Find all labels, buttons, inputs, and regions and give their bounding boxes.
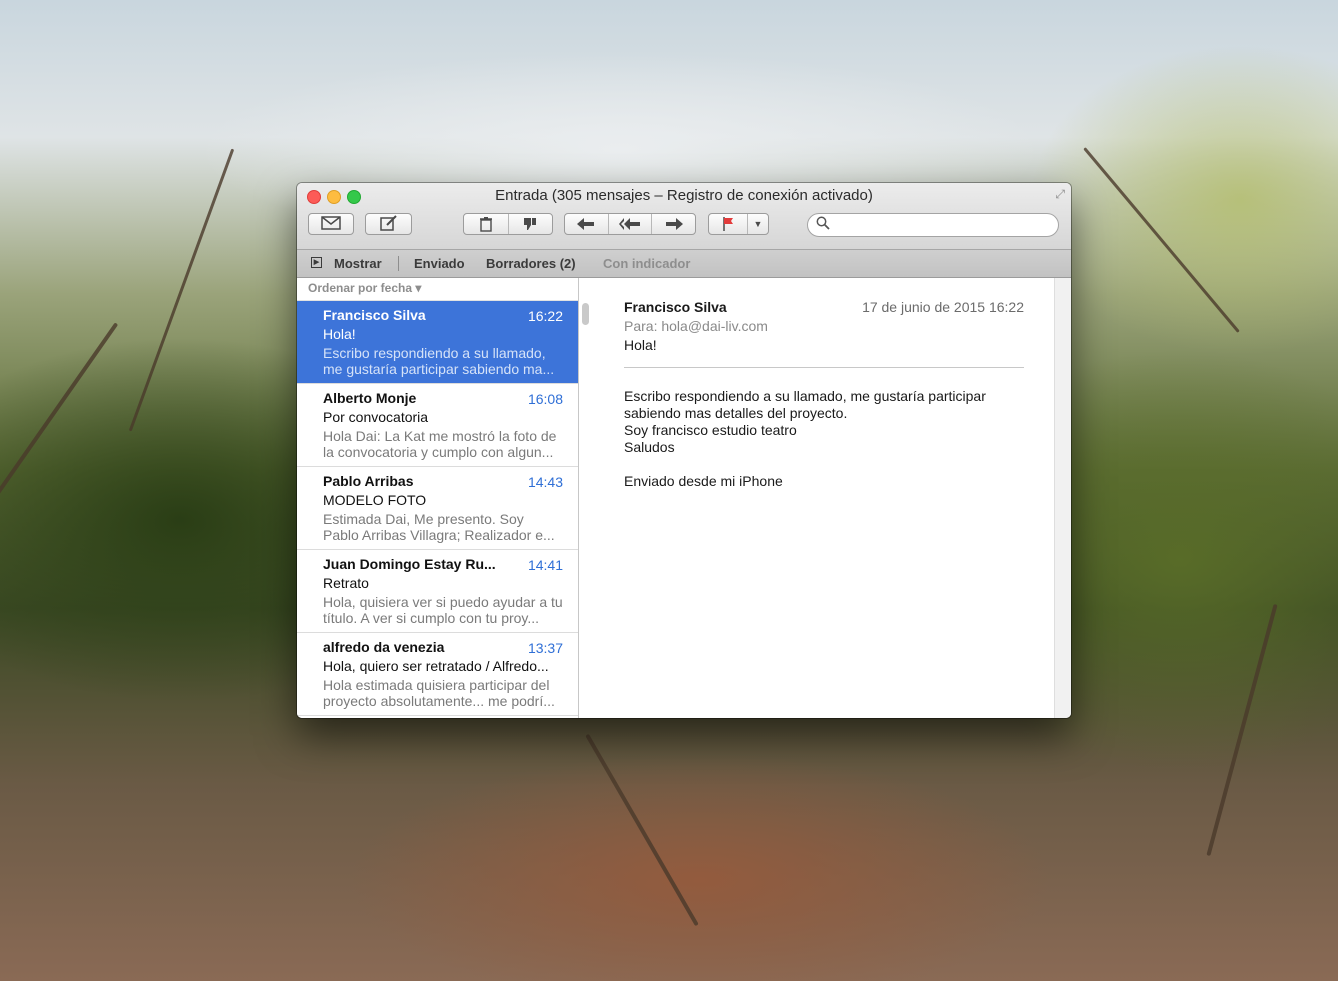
chevron-down-icon[interactable]: ▼: [748, 214, 768, 234]
play-icon: ▶: [311, 257, 322, 268]
message-subject: Hola!: [624, 337, 657, 353]
viewer-scroll-gutter: [1054, 278, 1071, 718]
sort-by-date[interactable]: Ordenar por fecha ▾: [297, 278, 578, 301]
list-item[interactable]: Alberto Monje 16:08 Por convocatoria Hol…: [297, 384, 578, 467]
background-branch: [0, 322, 119, 538]
search-icon: [816, 216, 830, 233]
preview: Escribo respondiendo a su llamado, me gu…: [323, 345, 555, 377]
body-line: Saludos: [624, 439, 675, 455]
body-line: Enviado desde mi iPhone: [624, 473, 783, 489]
subject: Retrato: [323, 575, 369, 591]
message-list: Ordenar por fecha ▾ Francisco Silva 16:2…: [297, 278, 579, 718]
compose-button[interactable]: [365, 213, 412, 235]
trash-icon[interactable]: [464, 214, 509, 234]
reply-all-icon[interactable]: [609, 214, 653, 234]
subject: Por convocatoria: [323, 409, 429, 425]
message-body: Escribo respondiendo a su llamado, me gu…: [624, 388, 1034, 490]
body-line: sabiendo mas detalles del proyecto.: [624, 405, 848, 421]
favorites-bar: ▶ Mostrar Enviado Borradores (2) Con ind…: [297, 250, 1071, 278]
reply-icon[interactable]: [565, 214, 609, 234]
body-line: Escribo respondiendo a su llamado, me gu…: [624, 388, 986, 404]
time: 16:22: [527, 308, 563, 324]
junk-icon[interactable]: [509, 214, 553, 234]
reply-group: [564, 213, 696, 235]
list-item[interactable]: alfredo da venezia 13:37 Hola, quiero se…: [297, 633, 578, 716]
search-field[interactable]: [807, 213, 1059, 237]
delete-junk-group: [463, 213, 553, 235]
list-item[interactable]: Francisco Silva 16:22 Hola! Escribo resp…: [297, 301, 578, 384]
subject: MODELO FOTO: [323, 492, 427, 508]
favorite-sent[interactable]: Enviado: [414, 256, 465, 271]
sender: Pablo Arribas: [323, 473, 414, 489]
message-viewer: Francisco Silva 17 de junio de 2015 16:2…: [596, 278, 1054, 718]
flag-group: ▼: [708, 213, 769, 235]
to-address[interactable]: hola@dai-liv.com: [661, 318, 768, 334]
sender: Alberto Monje: [323, 390, 417, 406]
list-item[interactable]: Juan Domingo Estay Ru... 14:41 Retrato H…: [297, 550, 578, 633]
background-branch: [1206, 603, 1278, 857]
favorite-flagged[interactable]: Con indicador: [603, 256, 690, 271]
background-branch: [1083, 147, 1240, 333]
sender: Francisco Silva: [323, 307, 426, 323]
preview: Hola Dai: La Kat me mostró la foto de la…: [323, 428, 557, 460]
toolbar: Entrada (305 mensajes – Registro de cone…: [297, 183, 1071, 250]
time: 13:37: [527, 640, 563, 656]
mail-window: Entrada (305 mensajes – Registro de cone…: [297, 183, 1071, 718]
message-date: 17 de junio de 2015 16:22: [862, 299, 1024, 315]
subject: Hola, quiero ser retratado / Alfredo...: [323, 658, 549, 674]
get-mail-button[interactable]: [308, 213, 354, 235]
time: 16:08: [527, 391, 563, 407]
to-label: Para:: [624, 318, 658, 334]
preview: Hola estimada quisiera participar del pr…: [323, 677, 555, 709]
preview: Hola, quisiera ver si puedo ayudar a tu …: [323, 594, 563, 626]
list-scrollbar[interactable]: [582, 303, 589, 325]
preview: Estimada Dai, Me presento. Soy Pablo Arr…: [323, 511, 555, 543]
time: 14:41: [527, 557, 563, 573]
message-recipient: Para: hola@dai-liv.com: [624, 318, 768, 334]
header-divider: [624, 367, 1024, 368]
forward-icon[interactable]: [652, 214, 695, 234]
divider: [398, 256, 399, 271]
subject: Hola!: [323, 326, 356, 342]
compose-icon: [379, 214, 398, 234]
list-item[interactable]: Pablo Arribas 14:43 MODELO FOTO Estimada…: [297, 467, 578, 550]
flag-icon[interactable]: [709, 214, 748, 234]
show-mailboxes-button[interactable]: Mostrar: [334, 256, 382, 271]
message-sender: Francisco Silva: [624, 299, 727, 315]
favorite-drafts[interactable]: Borradores (2): [486, 256, 576, 271]
window-title: Entrada (305 mensajes – Registro de cone…: [495, 187, 873, 204]
sender: alfredo da venezia: [323, 639, 445, 655]
body-line: Soy francisco estudio teatro: [624, 422, 797, 438]
background-branch: [128, 148, 235, 432]
envelope-icon: [321, 215, 341, 233]
sender: Juan Domingo Estay Ru...: [323, 556, 496, 572]
background-branch: [585, 733, 699, 927]
fullscreen-icon[interactable]: ⤢: [1055, 187, 1065, 202]
time: 14:43: [527, 474, 563, 490]
